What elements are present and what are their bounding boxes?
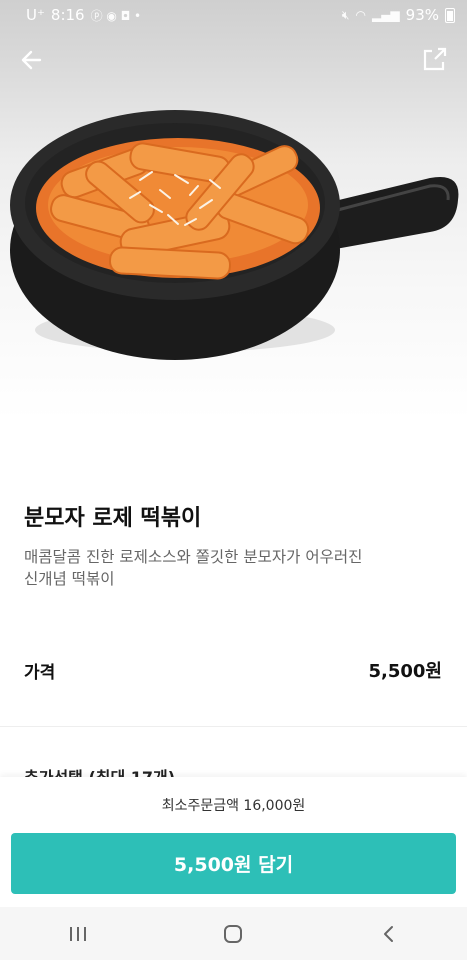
nav-back-button[interactable] <box>359 914 419 954</box>
notification-icons: ⓟ ◉ ◘ • <box>90 8 142 23</box>
nav-home-button[interactable] <box>203 914 263 954</box>
back-button[interactable] <box>18 46 46 74</box>
status-right: 🔇︎ ◠ ▂▄▆ 93% <box>342 6 455 24</box>
bottom-order-panel: 최소주문금액 16,000원 5,500원 담기 <box>0 777 467 907</box>
min-order-text: 최소주문금액 16,000원 <box>161 798 306 814</box>
product-info: 분모자 로제 떡볶이 매콤달콤 진한 로제소스와 쫄깃한 분모자가 어우러진 신… <box>24 500 444 590</box>
price-label: 가격 <box>24 662 56 683</box>
mute-icon: 🔇︎ <box>341 7 350 22</box>
price-value: 5,500원 <box>368 661 443 682</box>
status-bar: U⁺ 8:16 ⓟ ◉ ◘ • 🔇︎ ◠ ▂▄▆ 93% <box>0 0 467 30</box>
top-bar <box>0 40 467 80</box>
price-row: 가격 5,500원 <box>24 655 442 685</box>
clock: 8:16 <box>50 6 85 24</box>
product-description: 매콤달콤 진한 로제소스와 쫄깃한 분모자가 어우러진 신개념 떡볶이 <box>24 548 363 588</box>
status-left: U⁺ 8:16 ⓟ ◉ ◘ • <box>26 6 141 24</box>
system-nav-bar <box>0 907 467 960</box>
share-external-icon <box>423 47 447 71</box>
battery-icon <box>445 7 455 23</box>
chevron-left-icon <box>384 925 394 942</box>
recent-apps-icon <box>69 926 86 941</box>
share-button[interactable] <box>420 46 450 74</box>
home-icon <box>224 924 243 943</box>
product-title: 분모자 로제 떡볶이 <box>24 506 202 531</box>
arrow-left-icon <box>21 50 42 70</box>
wifi-icon: ◠ <box>355 8 366 22</box>
signal-icon: ▂▄▆ <box>371 8 400 22</box>
add-to-cart-button[interactable]: 5,500원 담기 <box>11 833 456 894</box>
nav-recent-button[interactable] <box>48 914 108 954</box>
carrier-label: U⁺ <box>26 6 45 24</box>
battery-percent: 93% <box>405 6 439 24</box>
section-divider <box>0 726 467 727</box>
